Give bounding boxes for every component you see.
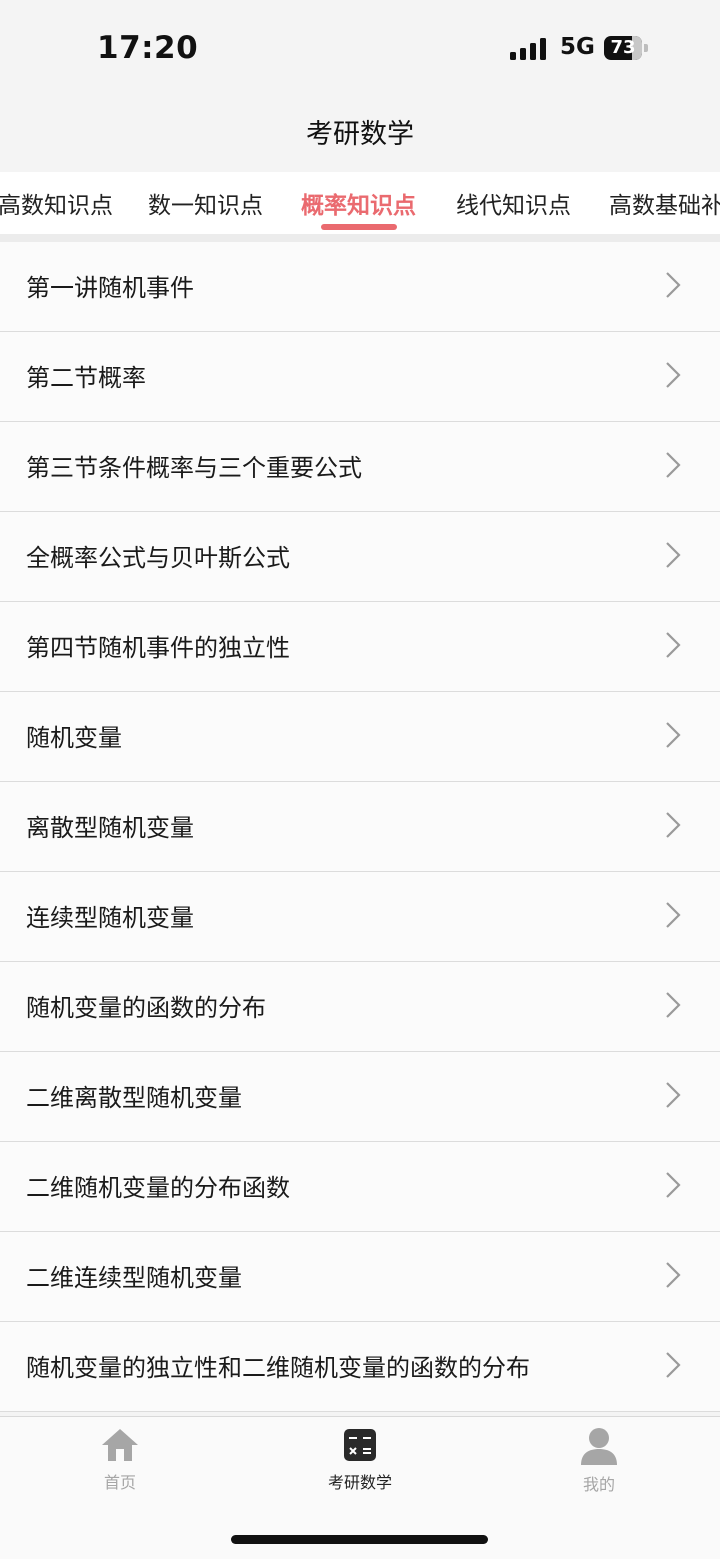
list-item-label: 第四节随机事件的独立性 <box>26 634 290 662</box>
list-item-label: 随机变量的独立性和二维随机变量的函数的分布 <box>26 1354 530 1382</box>
list-item[interactable]: 随机变量 <box>0 692 720 782</box>
home-icon <box>102 1429 138 1461</box>
list-item-label: 第二节概率 <box>26 364 146 392</box>
list-item-label: 第三节条件概率与三个重要公式 <box>26 454 362 482</box>
chevron-right-icon <box>666 362 681 388</box>
signal-strength-icon <box>510 38 546 60</box>
list-item-label: 二维随机变量的分布函数 <box>26 1174 290 1202</box>
battery-icon: 73 <box>604 36 650 60</box>
chevron-right-icon <box>666 272 681 298</box>
list-item-label: 随机变量的函数的分布 <box>26 994 266 1022</box>
chevron-right-icon <box>666 1352 681 1378</box>
chevron-right-icon <box>666 1172 681 1198</box>
list-item[interactable]: 二维连续型随机变量 <box>0 1232 720 1322</box>
chevron-right-icon <box>666 542 681 568</box>
list-item-label: 二维连续型随机变量 <box>26 1264 242 1292</box>
list-item[interactable]: 随机变量的函数的分布 <box>0 962 720 1052</box>
chevron-right-icon <box>666 632 681 658</box>
tab-linear-algebra-knowledge[interactable]: 线代知识点 <box>456 186 571 220</box>
chevron-right-icon <box>666 992 681 1018</box>
chevron-right-icon <box>666 452 681 478</box>
bottom-tab-mine[interactable]: 我的 <box>539 1427 659 1495</box>
list-item[interactable]: 第一讲随机事件 <box>0 242 720 332</box>
list-item[interactable]: 第二节概率 <box>0 332 720 422</box>
bottom-tab-kaoyan-math[interactable]: 考研数学 <box>300 1427 420 1493</box>
home-indicator <box>231 1535 488 1544</box>
tab-shuyi-knowledge[interactable]: 数一知识点 <box>148 186 263 220</box>
tab-divider <box>0 234 720 242</box>
list-item[interactable]: 离散型随机变量 <box>0 782 720 872</box>
bottom-tab-label: 考研数学 <box>327 1473 392 1492</box>
tab-probability-knowledge[interactable]: 概率知识点 <box>301 186 416 220</box>
status-time: 17:20 <box>97 30 199 66</box>
chevron-right-icon <box>666 1082 681 1108</box>
tab-gaoshu-knowledge[interactable]: 高数知识点 <box>0 186 113 220</box>
list-item-label: 第一讲随机事件 <box>26 274 194 302</box>
active-tab-indicator <box>321 224 397 230</box>
list-item-label: 随机变量 <box>26 724 122 752</box>
list-item-label: 连续型随机变量 <box>26 904 194 932</box>
page-title: 考研数学 <box>306 119 414 150</box>
list-item-label: 离散型随机变量 <box>26 814 194 842</box>
battery-level: 73 <box>610 37 636 58</box>
list-item[interactable]: 连续型随机变量 <box>0 872 720 962</box>
list-item[interactable]: 二维随机变量的分布函数 <box>0 1142 720 1232</box>
list-item-label: 二维离散型随机变量 <box>26 1084 242 1112</box>
network-type: 5G <box>560 34 595 60</box>
list-item[interactable]: 随机变量的独立性和二维随机变量的函数的分布 <box>0 1322 720 1412</box>
list-item[interactable]: 第四节随机事件的独立性 <box>0 602 720 692</box>
list-item-label: 全概率公式与贝叶斯公式 <box>26 544 290 572</box>
chevron-right-icon <box>666 1262 681 1288</box>
category-tab-bar: 高数知识点 数一知识点 概率知识点 线代知识点 高数基础补 <box>0 172 720 234</box>
profile-icon <box>581 1428 617 1465</box>
bottom-tab-label: 首页 <box>103 1473 136 1492</box>
chevron-right-icon <box>666 722 681 748</box>
chevron-right-icon <box>666 812 681 838</box>
tab-gaoshu-basics[interactable]: 高数基础补 <box>609 186 720 220</box>
list-item[interactable]: 第三节条件概率与三个重要公式 <box>0 422 720 512</box>
status-bar: 17:20 5G 73 <box>0 0 720 100</box>
calculator-icon <box>344 1429 376 1461</box>
list-item[interactable]: 全概率公式与贝叶斯公式 <box>0 512 720 602</box>
bottom-tab-home[interactable]: 首页 <box>60 1427 180 1493</box>
bottom-tab-label: 我的 <box>582 1475 615 1494</box>
list-item[interactable]: 二维离散型随机变量 <box>0 1052 720 1142</box>
chevron-right-icon <box>666 902 681 928</box>
knowledge-point-list: 第一讲随机事件 第二节概率 第三节条件概率与三个重要公式 全概率公式与贝叶斯公式… <box>0 242 720 1412</box>
